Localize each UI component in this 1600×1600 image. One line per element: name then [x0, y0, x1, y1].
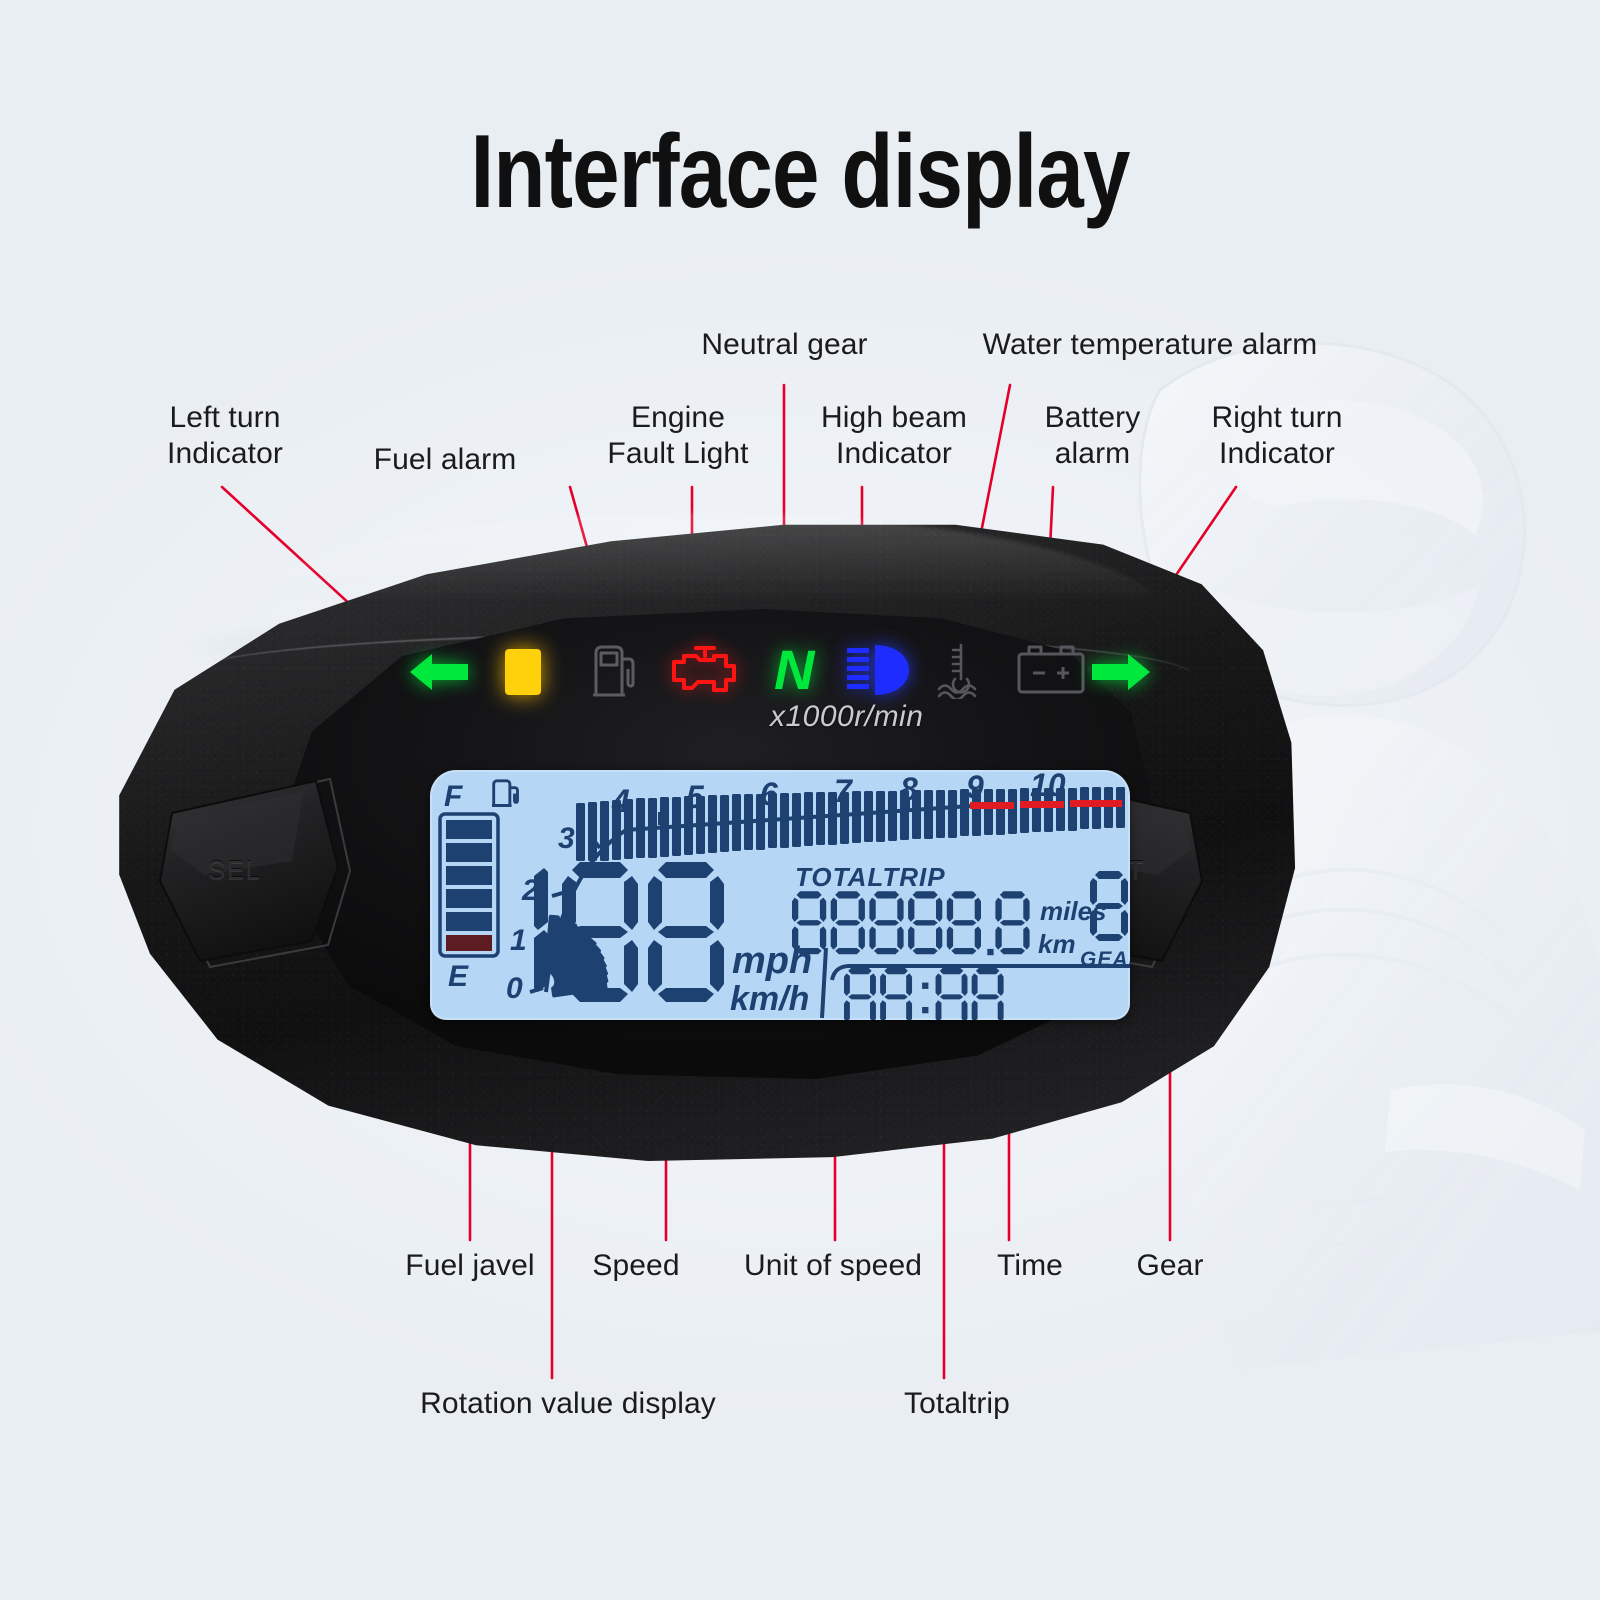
svg-text:N: N: [774, 639, 816, 699]
svg-text:E: E: [448, 960, 469, 993]
right-turn-arrow-icon: [1090, 650, 1152, 699]
svg-text:9: 9: [966, 770, 984, 805]
left-turn-arrow-icon: [408, 650, 470, 699]
page-title: Interface display: [470, 114, 1130, 230]
callout-battery-alarm: Battery alarm: [1044, 401, 1141, 470]
callout-fuel-alarm: Fuel alarm: [373, 443, 517, 476]
callout-speed: Speed: [592, 1249, 680, 1282]
svg-text:0: 0: [506, 972, 523, 1005]
svg-text:F: F: [444, 780, 463, 813]
svg-text:6: 6: [760, 776, 778, 812]
svg-text:TOTALTRIP: TOTALTRIP: [795, 862, 946, 892]
svg-text:8: 8: [900, 771, 918, 807]
svg-text:km/h: km/h: [730, 980, 809, 1018]
svg-text:mph: mph: [732, 940, 812, 982]
lcd-display: .sg{fill:#1d4272;} .sgstroke{stroke:#1d4…: [430, 770, 1130, 1020]
turn-signal-block-icon: [503, 647, 543, 702]
engine-check-icon: [670, 644, 740, 703]
callout-neutral-gear: Neutral gear: [701, 328, 868, 361]
callout-engine-fault-light: Engine Fault Light: [607, 401, 749, 470]
tach-unit-label: x1000r/min: [770, 700, 924, 733]
callout-fuel-javel: Fuel javel: [405, 1249, 535, 1282]
svg-text:7: 7: [834, 773, 854, 809]
sel-button-label: SEL: [208, 855, 262, 885]
high-beam-icon: [845, 642, 915, 703]
sel-button[interactable]: SEL: [152, 763, 392, 978]
battery-icon: [1015, 644, 1087, 701]
callout-rotation-value-display: Rotation value display: [420, 1387, 716, 1420]
screenshot-root: Interface display Left turn Indicator Fu…: [0, 0, 1600, 1600]
lcd-graphics: .sg{fill:#1d4272;} .sgstroke{stroke:#1d4…: [438, 770, 1130, 1020]
neutral-gear-n-icon: N: [770, 638, 816, 704]
svg-text:4: 4: [611, 783, 630, 819]
water-temperature-icon: [935, 641, 987, 704]
svg-text:5: 5: [686, 779, 705, 815]
callout-water-temperature-alarm: Water temperature alarm: [982, 328, 1318, 361]
callout-time: Time: [997, 1249, 1063, 1282]
svg-text:1: 1: [510, 924, 527, 957]
callout-right-turn-indicator: Right turn Indicator: [1211, 401, 1343, 470]
callout-left-turn-indicator: Left turn Indicator: [167, 401, 283, 470]
callout-gear: Gear: [1136, 1249, 1204, 1282]
instrument-cluster: SEL SET: [70, 505, 1300, 1205]
callout-high-beam-indicator: High beam Indicator: [821, 401, 967, 470]
fuel-pump-icon: [590, 643, 638, 704]
callout-totaltrip: Totaltrip: [904, 1387, 1010, 1420]
callout-unit-of-speed: Unit of speed: [743, 1249, 923, 1282]
svg-text:10: 10: [1030, 770, 1066, 803]
svg-text:km: km: [1038, 929, 1076, 959]
svg-text:3: 3: [558, 822, 575, 855]
